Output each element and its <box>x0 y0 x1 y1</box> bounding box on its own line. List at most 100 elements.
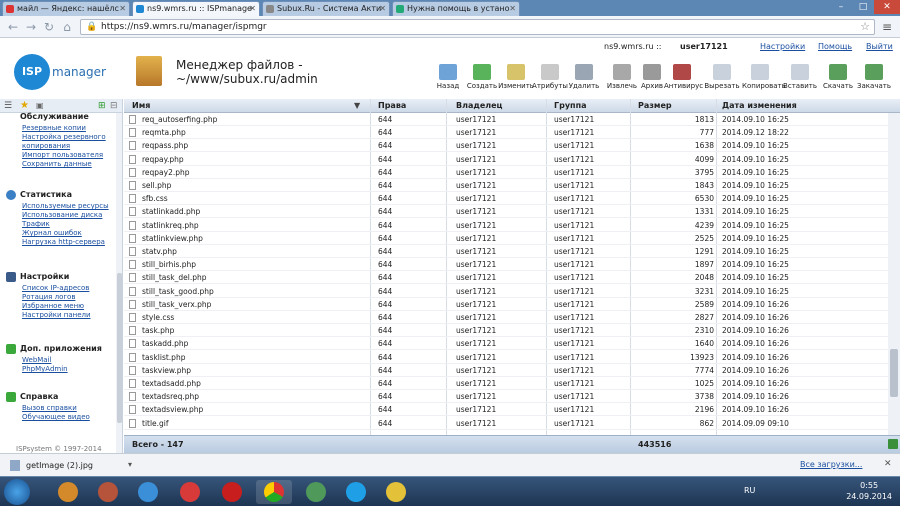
table-row[interactable]: textadsview.php 644 user17121 user17121 2196… <box>124 403 888 417</box>
table-row[interactable]: req_autoserfing.php 644 user17121 user17121… <box>124 113 888 126</box>
browser-tab-help[interactable]: Нужна помощь в устано ✕ <box>392 1 520 16</box>
browser-tab-yandex[interactable]: майл — Яндекс: нашёлс ✕ <box>2 1 130 16</box>
back-arrow-icon[interactable]: ← <box>6 20 20 34</box>
col-group[interactable]: Группа <box>554 101 587 110</box>
browser-tab-subux[interactable]: Subux.Ru - Система Акти ✕ <box>262 1 390 16</box>
table-row[interactable]: reqpay2.php 644 user17121 user17121 3795 2014… <box>124 166 888 179</box>
create-button[interactable]: Создать <box>464 64 500 90</box>
taskbar-app-yandex[interactable] <box>172 480 208 504</box>
all-downloads-link[interactable]: Все загрузки... <box>800 460 862 469</box>
menu-icon[interactable]: ≡ <box>880 20 894 34</box>
taskbar-app-game[interactable] <box>378 480 414 504</box>
sidebar-scrollbar[interactable] <box>116 113 122 453</box>
sidebar-item-http-load[interactable]: Нагрузка http-сервера <box>0 238 115 246</box>
sidebar-item-save-data[interactable]: Сохранить данные <box>0 160 115 168</box>
sidebar-item-video[interactable]: Обучающее видео <box>0 413 115 421</box>
table-row[interactable]: reqpay.php 644 user17121 user17121 4099 2014.… <box>124 153 888 166</box>
close-icon[interactable]: ✕ <box>249 4 256 13</box>
col-owner[interactable]: Владелец <box>456 101 502 110</box>
sidebar-item-webmail[interactable]: WebMail <box>0 356 115 364</box>
sidebar-item-ip-list[interactable]: Список IP-адресов <box>0 284 115 292</box>
start-button[interactable] <box>4 479 30 505</box>
col-permissions[interactable]: Права <box>378 101 406 110</box>
table-row[interactable]: taskview.php 644 user17121 user17121 7774 201… <box>124 364 888 377</box>
close-icon[interactable]: ✕ <box>884 459 892 469</box>
reload-icon[interactable]: ↻ <box>42 20 56 34</box>
upload-button[interactable]: Закачать <box>856 64 892 90</box>
table-row[interactable]: textadsadd.php 644 user17121 user17121 1025 2… <box>124 377 888 390</box>
help-link[interactable]: Помощь <box>818 42 852 51</box>
table-row[interactable]: reqmta.php 644 user17121 user17121 777 2014.0… <box>124 126 888 140</box>
col-name[interactable]: Имя <box>132 101 150 110</box>
table-row[interactable]: reqpass.php 644 user17121 user17121 1638 2014… <box>124 139 888 153</box>
sidebar-item-backup-settings-2[interactable]: копирования <box>0 142 115 150</box>
url-input[interactable]: 🔒 https://ns9.wmrs.ru/manager/ispmgr ☆ <box>80 19 875 35</box>
col-modified[interactable]: Дата изменения <box>722 101 797 110</box>
taskbar-app-shield[interactable] <box>298 480 334 504</box>
download-menu-icon[interactable]: ▾ <box>128 460 132 469</box>
delete-button[interactable]: Удалить <box>566 64 602 90</box>
taskbar-app-media[interactable] <box>50 480 86 504</box>
table-row[interactable]: textadsreq.php 644 user17121 user17121 3738 2… <box>124 390 888 404</box>
table-scrollbar[interactable] <box>888 113 900 435</box>
section-title-statistics[interactable]: Статистика <box>0 187 115 202</box>
sidebar-item-call-help[interactable]: Вызов справки <box>0 404 115 412</box>
table-row[interactable]: task.php 644 user17121 user17121 2310 2014.09… <box>124 324 888 338</box>
section-title[interactable]: Обслуживание <box>0 109 115 124</box>
browser-tab-ispmanager[interactable]: ns9.wmrs.ru :: ISPmanage ✕ <box>132 1 260 16</box>
table-row[interactable]: still_birhis.php 644 user17121 user17121 189… <box>124 258 888 272</box>
table-row[interactable]: still_task_verx.php 644 user17121 user17121… <box>124 298 888 311</box>
section-title-help[interactable]: Справка <box>0 389 115 404</box>
bookmark-star-icon[interactable]: ☆ <box>860 20 870 33</box>
close-icon[interactable]: ✕ <box>379 4 386 13</box>
home-icon[interactable]: ⌂ <box>60 20 74 34</box>
download-button[interactable]: Скачать <box>820 64 856 90</box>
close-window-icon[interactable]: ✕ <box>874 0 900 14</box>
settings-link[interactable]: Настройки <box>760 42 805 51</box>
table-row[interactable]: tasklist.php 644 user17121 user17121 13923 20… <box>124 351 888 364</box>
taskbar-app-chrome[interactable] <box>256 480 292 504</box>
taskbar-app-ie[interactable] <box>130 480 166 504</box>
sidebar-item-backup-settings[interactable]: Настройка резервного <box>0 133 115 141</box>
table-row[interactable]: statlinkadd.php 644 user17121 user17121 1331… <box>124 205 888 219</box>
sidebar-item-favorites-menu[interactable]: Избранное меню <box>0 302 115 310</box>
sort-down-icon[interactable]: ▼ <box>354 101 360 110</box>
table-row[interactable]: taskadd.php 644 user17121 user17121 1640 2014… <box>124 337 888 351</box>
maximize-icon[interactable]: □ <box>852 0 874 14</box>
logout-link[interactable]: Выйти <box>866 42 893 51</box>
forward-arrow-icon[interactable]: → <box>24 20 38 34</box>
table-row[interactable]: statlinkview.php 644 user17121 user17121 252… <box>124 232 888 245</box>
paste-button[interactable]: Вставить <box>782 64 818 90</box>
sidebar-item-traffic[interactable]: Трафик <box>0 220 115 228</box>
sidebar-item-backups[interactable]: Резервные копии <box>0 124 115 132</box>
close-icon[interactable]: ✕ <box>509 4 516 13</box>
antivirus-button[interactable]: Антивирус <box>664 64 703 90</box>
close-icon[interactable]: ✕ <box>119 4 126 13</box>
section-title-settings[interactable]: Настройки <box>0 269 115 284</box>
sidebar-item-phpmyadmin[interactable]: PhpMyAdmin <box>0 365 115 373</box>
back-button[interactable]: Назад <box>430 64 466 90</box>
table-row[interactable]: still_task_del.php 644 user17121 user17121 2… <box>124 271 888 285</box>
sidebar-item-error-log[interactable]: Журнал ошибок <box>0 229 115 237</box>
table-row[interactable]: style.css 644 user17121 user17121 2827 2014.0… <box>124 311 888 324</box>
language-indicator[interactable]: RU <box>744 486 755 495</box>
section-title-apps[interactable]: Доп. приложения <box>0 341 115 356</box>
table-row[interactable]: still_task_good.php 644 user17121 user17121… <box>124 285 888 298</box>
copy-button[interactable]: Копировать <box>742 64 786 90</box>
scroll-thumb[interactable] <box>890 349 898 397</box>
table-row[interactable]: sell.php 644 user17121 user17121 1843 2014.09… <box>124 179 888 192</box>
attributes-button[interactable]: Атрибуты <box>532 64 568 90</box>
sidebar-item-log-rotation[interactable]: Ротация логов <box>0 293 115 301</box>
clock[interactable]: 0:55 24.09.2014 <box>846 480 892 502</box>
table-row[interactable]: statv.php 644 user17121 user17121 1291 2014.0… <box>124 245 888 258</box>
cut-button[interactable]: Вырезать <box>704 64 740 90</box>
sidebar-item-disk-usage[interactable]: Использование диска <box>0 211 115 219</box>
scroll-thumb[interactable] <box>117 273 122 423</box>
taskbar-app-tool[interactable] <box>90 480 126 504</box>
download-item[interactable]: getImage (2).jpg <box>8 458 128 473</box>
table-row[interactable]: sfb.css 644 user17121 user17121 6530 2014.09.… <box>124 192 888 206</box>
table-row[interactable]: statlinkreq.php 644 user17121 user17121 4239… <box>124 219 888 232</box>
minimize-icon[interactable]: – <box>830 0 852 14</box>
sidebar-item-panel-settings[interactable]: Настройки панели <box>0 311 115 319</box>
table-row[interactable]: title.gif 644 user17121 user17121 862 2014.09… <box>124 417 888 430</box>
